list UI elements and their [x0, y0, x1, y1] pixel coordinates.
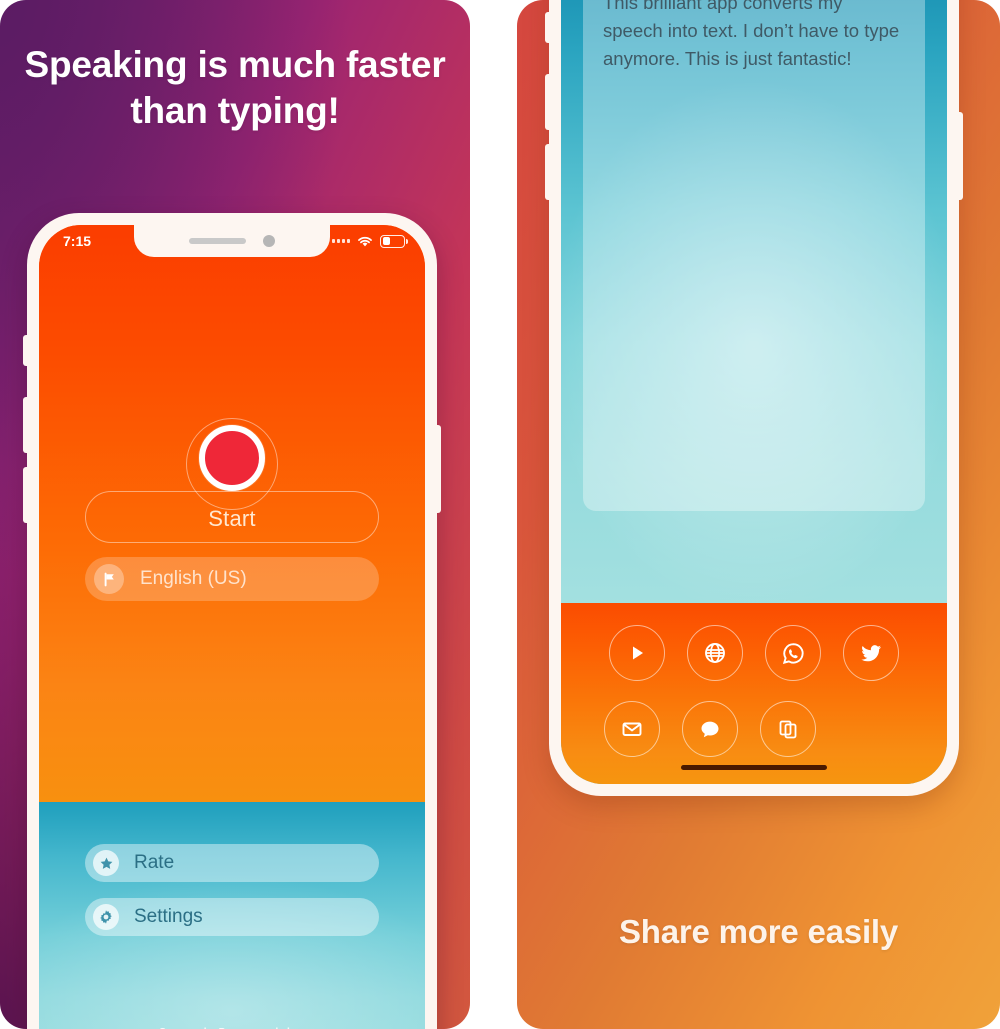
phone-notch: [134, 225, 330, 257]
signal-dots-icon: [332, 239, 350, 243]
share-row-secondary: [561, 701, 947, 757]
menu-item-label: Settings: [134, 906, 203, 927]
app-footer-area: Rate Settings Speech Powered by: [39, 802, 425, 1029]
copy-icon[interactable]: [760, 701, 816, 757]
wifi-icon: [356, 235, 374, 248]
screenshot-root: Speaking is much faster than typing! 7:1…: [0, 0, 1000, 1029]
language-label: English (US): [140, 568, 247, 589]
volume-down-button[interactable]: [545, 144, 552, 200]
play-icon[interactable]: [609, 625, 665, 681]
app-main-area: 7:15 Start English (US): [39, 225, 425, 802]
gear-icon: [93, 904, 119, 930]
phone-screen-left: 7:15 Start English (US) Rate Settings: [39, 225, 425, 1029]
language-selector[interactable]: English (US): [85, 557, 379, 601]
transcript-card[interactable]: This brilliant app converts my speech in…: [583, 0, 925, 511]
home-indicator[interactable]: [681, 765, 827, 770]
promo-panel-left: Speaking is much faster than typing! 7:1…: [0, 0, 470, 1029]
menu-item-settings[interactable]: Settings: [85, 898, 379, 936]
battery-icon: [380, 234, 408, 248]
panel-caption: Share more easily: [618, 913, 899, 950]
power-button[interactable]: [434, 425, 441, 513]
volume-up-button[interactable]: [545, 74, 552, 130]
record-button[interactable]: [199, 425, 265, 491]
message-icon[interactable]: [682, 701, 738, 757]
volume-down-button[interactable]: [23, 467, 30, 523]
earpiece-speaker: [189, 238, 246, 244]
front-camera: [263, 235, 275, 247]
flag-icon: [94, 564, 124, 594]
silence-switch[interactable]: [545, 12, 552, 43]
status-time: 7:15: [63, 233, 92, 249]
menu-item-rate[interactable]: Rate: [85, 844, 379, 882]
menu-item-label: Rate: [134, 852, 175, 873]
share-row-primary: [561, 625, 947, 681]
transcript-area: This brilliant app converts my speech in…: [561, 0, 947, 603]
email-icon[interactable]: [604, 701, 660, 757]
twitter-icon[interactable]: [843, 625, 899, 681]
page-title: Speaking is much faster than typing!: [24, 44, 446, 132]
globe-icon[interactable]: [687, 625, 743, 681]
star-icon: [93, 850, 119, 876]
share-actions-area: [561, 603, 947, 784]
whatsapp-icon[interactable]: [765, 625, 821, 681]
phone-mockup-right: This brilliant app converts my speech in…: [545, 0, 963, 796]
promo-panel-right: This brilliant app converts my speech in…: [517, 0, 1000, 1029]
power-button[interactable]: [956, 112, 963, 200]
volume-up-button[interactable]: [23, 397, 30, 453]
transcript-text: This brilliant app converts my speech in…: [603, 0, 905, 69]
phone-mockup-left: 7:15 Start English (US) Rate Settings: [23, 213, 441, 1029]
silence-switch[interactable]: [23, 335, 30, 366]
status-indicators: [332, 234, 408, 248]
phone-screen-right: This brilliant app converts my speech in…: [561, 0, 947, 784]
